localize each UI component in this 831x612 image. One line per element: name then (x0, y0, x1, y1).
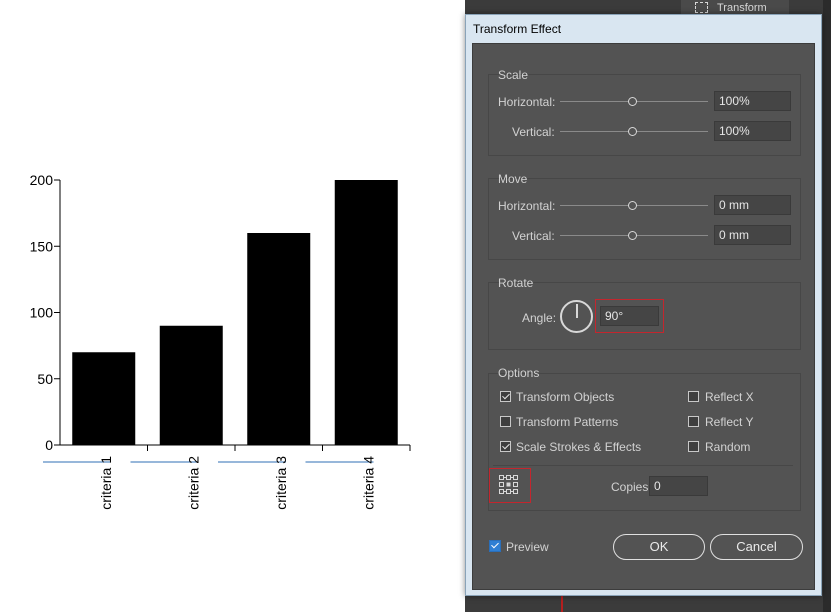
move-vertical-slider-handle[interactable] (628, 231, 637, 240)
bar (159, 325, 223, 445)
x-tick-label: criteria 1 (98, 456, 114, 510)
move-vertical-input[interactable] (714, 225, 791, 245)
scale-horizontal-slider-handle[interactable] (628, 97, 637, 106)
rotate-angle-dial[interactable] (560, 300, 593, 333)
reference-point-locator-icon[interactable] (499, 475, 519, 495)
bar (247, 233, 311, 445)
scale-vertical-label: Vertical: (512, 125, 555, 139)
options-group-label: Options (498, 366, 540, 380)
preview-label[interactable]: Preview (506, 540, 549, 554)
scale-group-label: Scale (498, 68, 529, 82)
random-checkbox[interactable] (688, 441, 699, 452)
rotate-group-label: Rotate (498, 276, 534, 290)
y-tick-label: 100 (30, 305, 54, 321)
transform-patterns-checkbox[interactable] (500, 416, 511, 427)
move-group (488, 178, 801, 260)
move-horizontal-slider-handle[interactable] (628, 201, 637, 210)
y-tick-label: 0 (45, 437, 53, 453)
y-tick-label: 50 (37, 371, 53, 387)
transform-icon (695, 2, 708, 13)
transform-objects-checkbox[interactable] (500, 391, 511, 402)
copies-label: Copies (611, 480, 649, 494)
rotate-angle-input[interactable] (600, 306, 659, 326)
bar-chart: 0 50 100 150 200 criteria 1 criteria 2 criteria… (30, 172, 411, 510)
scale-vertical-slider-handle[interactable] (628, 127, 637, 136)
artboard: 0 50 100 150 200 criteria 1 criteria 2 criteria… (0, 0, 465, 612)
scale-horizontal-input[interactable] (714, 91, 791, 111)
scale-strokes-checkbox[interactable] (500, 441, 511, 452)
scale-strokes-label[interactable]: Scale Strokes & Effects (516, 440, 641, 454)
x-tick-label: criteria 2 (185, 456, 201, 510)
reflect-y-label[interactable]: Reflect Y (705, 415, 753, 429)
preview-checkbox[interactable] (489, 540, 501, 552)
scale-group (488, 74, 801, 156)
options-separator (493, 465, 793, 466)
cancel-button[interactable]: Cancel (710, 534, 803, 560)
transform-panel-tab-label: Transform (717, 2, 767, 14)
random-label[interactable]: Random (705, 440, 750, 454)
move-group-label: Move (498, 172, 528, 186)
y-tick-label: 150 (30, 238, 54, 254)
bar (334, 180, 398, 445)
y-tick-label: 200 (30, 172, 54, 188)
copies-input[interactable] (649, 476, 708, 496)
rotate-angle-label: Angle: (522, 311, 557, 325)
dialog-title: Transform Effect (473, 22, 562, 36)
transform-objects-label[interactable]: Transform Objects (516, 390, 614, 404)
move-vertical-label: Vertical: (512, 229, 555, 243)
reflect-y-checkbox[interactable] (688, 416, 699, 427)
panel-dock-edge (823, 0, 831, 612)
dialog-titlebar[interactable]: Transform Effect (466, 15, 821, 43)
bar (72, 352, 136, 445)
x-tick-label: criteria 4 (360, 456, 376, 510)
reflect-x-checkbox[interactable] (688, 391, 699, 402)
artboard-edge-marker (561, 595, 563, 612)
move-horizontal-input[interactable] (714, 195, 791, 215)
x-tick-label: criteria 3 (273, 456, 289, 510)
scale-horizontal-label: Horizontal: (498, 95, 556, 109)
ok-button[interactable]: OK (613, 534, 705, 560)
reflect-x-label[interactable]: Reflect X (705, 390, 754, 404)
transform-patterns-label[interactable]: Transform Patterns (516, 415, 618, 429)
dialog-body: Scale Horizontal: Vertical: Move Horizon… (472, 43, 815, 590)
transform-effect-dialog: Transform Effect Scale Horizontal: Verti… (465, 14, 822, 596)
scale-vertical-input[interactable] (714, 121, 791, 141)
move-horizontal-label: Horizontal: (498, 199, 556, 213)
